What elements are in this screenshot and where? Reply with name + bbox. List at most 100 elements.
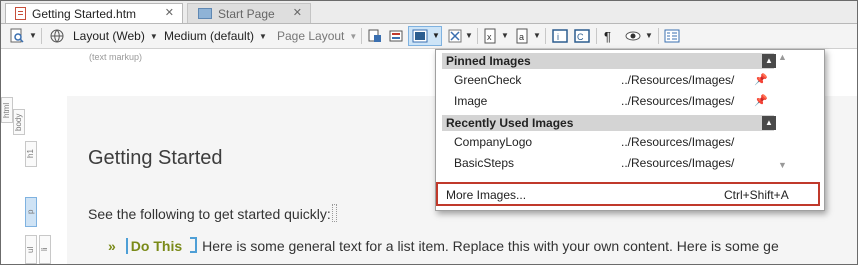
image-path: ../Resources/Images/ xyxy=(621,94,735,108)
shortcut-label: Ctrl+Shift+A xyxy=(724,188,789,202)
tag-ul[interactable]: ul xyxy=(25,235,37,264)
scrollbar[interactable]: ▲ ▼ xyxy=(776,52,790,170)
chevron-down-icon[interactable]: ▼ xyxy=(465,31,473,40)
toolbar-separator xyxy=(41,28,42,44)
editor-toolbar: ▼ Layout (Web) ▼ Medium (default) ▼ Page L… xyxy=(1,24,857,49)
tag-body[interactable]: body xyxy=(13,109,25,135)
close-tab-icon[interactable]: ✕ xyxy=(165,6,174,19)
view-tags-icon[interactable] xyxy=(625,28,641,44)
list-item[interactable]: Image ../Resources/Images/ 📌 xyxy=(454,91,774,111)
span-marker xyxy=(190,237,198,253)
list-item[interactable]: GreenCheck ../Resources/Images/ 📌 xyxy=(454,70,774,90)
tag-p[interactable]: p xyxy=(25,197,37,227)
layout-icon xyxy=(50,29,64,43)
toolbar-separator xyxy=(658,28,659,44)
image-name: Image xyxy=(454,94,488,108)
insert-snippet-icon[interactable] xyxy=(367,28,383,44)
close-tab-icon[interactable]: ✕ xyxy=(293,6,302,19)
list-item[interactable]: BasicSteps ../Resources/Images/ xyxy=(454,153,774,173)
pin-icon[interactable]: 📌 xyxy=(754,70,768,90)
page-heading[interactable]: Getting Started xyxy=(88,147,223,170)
image-name: GreenCheck xyxy=(454,73,522,87)
editor-window: Getting Started.htm ✕ Start Page ✕ ▼ Lay… xyxy=(0,0,858,265)
insert-image-menu: Pinned Images ▲ GreenCheck ../Resources/… xyxy=(435,49,825,211)
svg-text:C: C xyxy=(577,32,584,42)
layout-label: Layout (Web) xyxy=(73,29,145,43)
medium-dropdown[interactable]: Medium (default) ▼ xyxy=(164,27,267,45)
chevron-down-icon: ▼ xyxy=(259,31,267,41)
intro-paragraph[interactable]: See the following to get started quickly… xyxy=(88,204,337,222)
tab-label: Start Page xyxy=(218,6,275,21)
toolbar-separator xyxy=(545,28,546,44)
list-term: Do This xyxy=(125,238,183,254)
text-cursor xyxy=(331,204,337,222)
pinned-images-header: Pinned Images ▲ xyxy=(442,53,776,69)
page-layout-dropdown[interactable]: Page Layout ▼ xyxy=(277,27,357,45)
more-images-item[interactable]: More Images... Ctrl+Shift+A xyxy=(436,182,820,206)
section-title: Recently Used Images xyxy=(446,116,574,130)
chevron-down-icon[interactable]: ▼ xyxy=(29,31,37,40)
more-images-label: More Images... xyxy=(446,188,527,202)
insert-index-icon[interactable]: i xyxy=(552,28,568,44)
tag-label: ul xyxy=(26,246,35,253)
chevron-down-icon[interactable]: ▼ xyxy=(533,31,541,40)
tab-label: Getting Started.htm xyxy=(32,6,137,21)
pilcrow-icon: ¶ xyxy=(604,28,611,44)
insert-toc-icon[interactable] xyxy=(664,28,680,44)
section-title: Pinned Images xyxy=(446,54,531,68)
chevron-down-icon: ▼ xyxy=(149,31,158,41)
insert-image-button[interactable]: ▼ xyxy=(408,26,442,46)
collapse-icon[interactable]: ▲ xyxy=(762,116,776,130)
list-item[interactable]: CompanyLogo ../Resources/Images/ xyxy=(454,132,774,152)
page-layout-label: Page Layout xyxy=(277,29,345,43)
recent-images-header: Recently Used Images ▲ xyxy=(442,115,776,131)
paragraph-text: See the following to get started quickly… xyxy=(88,206,331,222)
tab-getting-started[interactable]: Getting Started.htm ✕ xyxy=(5,3,183,23)
insert-text-icon[interactable]: a xyxy=(515,28,531,44)
image-path: ../Resources/Images/ xyxy=(621,156,735,170)
tag-label: li xyxy=(40,247,49,252)
image-icon xyxy=(412,29,428,43)
preview-icon[interactable] xyxy=(9,28,25,44)
insert-concept-icon[interactable]: C xyxy=(574,28,590,44)
pin-icon[interactable]: 📌 xyxy=(754,91,768,111)
chevron-down-icon: ▼ xyxy=(432,31,440,40)
text-markup-hint: (text markup) xyxy=(89,52,143,62)
tag-label: body xyxy=(14,113,23,131)
tag-li[interactable]: li xyxy=(39,235,51,264)
html-file-icon xyxy=(15,7,26,20)
chevron-down-icon: ▼ xyxy=(349,31,358,41)
list-text: Here is some general text for a list ite… xyxy=(202,238,779,254)
tag-html[interactable]: html xyxy=(1,97,13,123)
chevron-down-icon[interactable]: ▼ xyxy=(501,31,509,40)
bullet-marker: » xyxy=(108,238,116,254)
tag-h1[interactable]: h1 xyxy=(25,141,37,167)
toolbar-separator xyxy=(477,28,478,44)
image-name: CompanyLogo xyxy=(454,135,533,149)
chevron-down-icon[interactable]: ▼ xyxy=(645,31,653,40)
tag-label: html xyxy=(2,102,11,118)
scroll-up-icon[interactable]: ▲ xyxy=(778,52,787,62)
tab-bar: Getting Started.htm ✕ Start Page ✕ xyxy=(1,1,857,24)
list-item[interactable]: » Do This Here is some general text for a … xyxy=(108,237,779,254)
layout-dropdown[interactable]: Layout (Web) ▼ xyxy=(73,27,158,45)
show-markers-button[interactable]: ¶ xyxy=(604,27,611,45)
toolbar-separator xyxy=(596,28,597,44)
start-page-icon xyxy=(198,8,212,19)
image-name: BasicSteps xyxy=(454,156,515,170)
image-path: ../Resources/Images/ xyxy=(621,73,735,87)
tab-start-page[interactable]: Start Page ✕ xyxy=(187,3,311,23)
svg-text:a: a xyxy=(519,32,524,42)
tag-label: p xyxy=(26,209,35,215)
svg-text:x: x xyxy=(487,32,492,42)
tag-label: h1 xyxy=(26,149,35,159)
image-path: ../Resources/Images/ xyxy=(621,135,735,149)
collapse-icon[interactable]: ▲ xyxy=(762,54,776,68)
medium-label: Medium (default) xyxy=(164,29,255,43)
insert-variable-icon[interactable]: x xyxy=(483,28,499,44)
scroll-down-icon[interactable]: ▼ xyxy=(778,160,787,170)
insert-media-icon[interactable] xyxy=(447,28,463,44)
insert-link-icon[interactable] xyxy=(389,28,405,44)
toolbar-separator xyxy=(361,28,362,44)
svg-text:i: i xyxy=(557,32,559,42)
